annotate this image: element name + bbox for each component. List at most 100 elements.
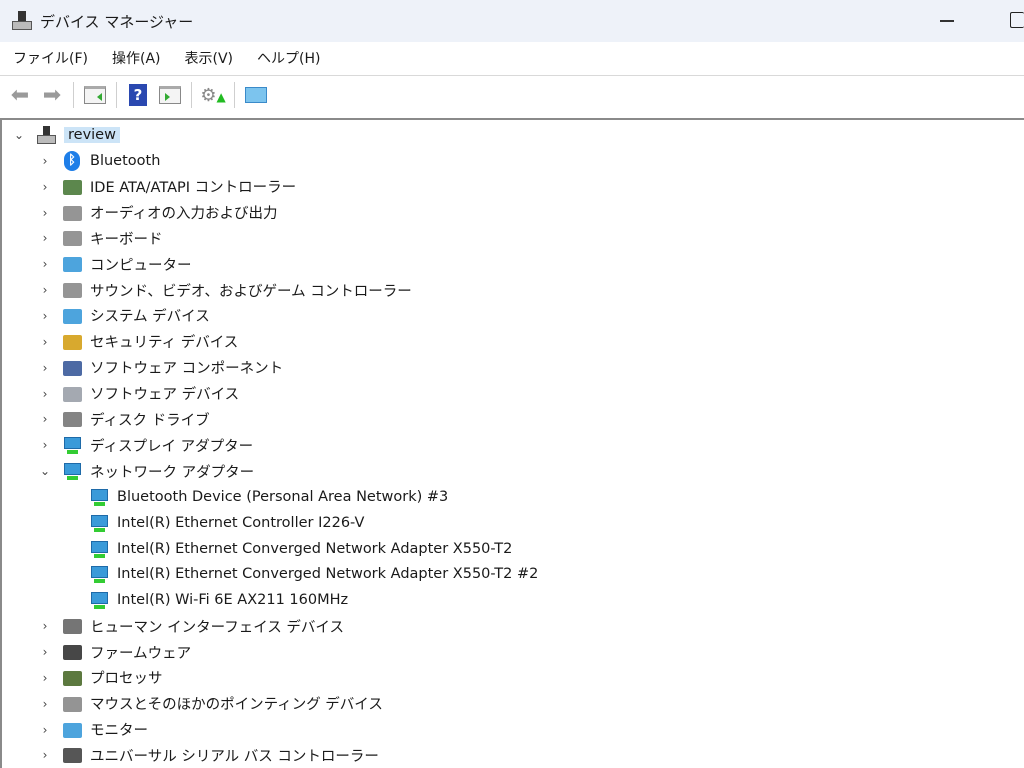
tree-item-label: ディスク ドライブ: [90, 412, 210, 429]
chevron-right-icon[interactable]: ›: [38, 154, 52, 168]
chevron-right-icon[interactable]: ›: [38, 257, 52, 271]
tree-category[interactable]: › ソフトウェア コンポーネント: [38, 356, 283, 380]
help-button[interactable]: ?: [124, 81, 152, 109]
minimize-button[interactable]: [940, 20, 954, 22]
network-adapter-icon: [89, 539, 109, 559]
tree-item-label: Bluetooth: [90, 152, 161, 169]
chevron-right-icon[interactable]: ›: [38, 412, 52, 426]
tree-category[interactable]: ⌄ ネットワーク アダプター: [38, 459, 254, 483]
chevron-right-icon[interactable]: ›: [38, 387, 52, 401]
tree-item-label: サウンド、ビデオ、およびゲーム コントローラー: [90, 283, 412, 300]
tree-category[interactable]: › セキュリティ デバイス: [38, 330, 238, 354]
tree-category[interactable]: › ソフトウェア デバイス: [38, 382, 239, 406]
arrow-right-icon: ➡: [42, 82, 62, 108]
update-driver-button[interactable]: ⚙▲: [199, 81, 227, 109]
chevron-right-icon[interactable]: ›: [38, 748, 52, 762]
chevron-right-icon[interactable]: ›: [38, 361, 52, 375]
tree-category[interactable]: › ディスプレイ アダプター: [38, 433, 253, 457]
tree-category[interactable]: › ディスク ドライブ: [38, 407, 210, 431]
scan-hardware-button[interactable]: [242, 81, 270, 109]
scan-monitor-icon: [245, 87, 267, 103]
network-adapter-icon: [89, 590, 109, 610]
chevron-right-icon[interactable]: ›: [38, 723, 52, 737]
chevron-right-icon[interactable]: ›: [38, 206, 52, 220]
tree-category[interactable]: › モニター: [38, 718, 148, 742]
tree-category[interactable]: › ᛒ Bluetooth: [38, 149, 160, 173]
chevron-right-icon[interactable]: ›: [38, 283, 52, 297]
menu-help[interactable]: ヘルプ(H): [244, 42, 331, 76]
tree-item-label: プロセッサ: [90, 671, 163, 688]
tree-category[interactable]: › ユニバーサル シリアル バス コントローラー: [38, 743, 379, 767]
ide-controller-icon: [62, 177, 82, 197]
tree-category[interactable]: › マウスとそのほかのポインティング デバイス: [38, 692, 383, 716]
tree-item-label: Intel(R) Ethernet Controller I226-V: [117, 514, 365, 531]
tree-root-review[interactable]: ⌄ review: [12, 123, 120, 147]
tree-device[interactable]: Intel(R) Ethernet Converged Network Adap…: [65, 562, 538, 586]
monitor-icon: [62, 720, 82, 740]
chevron-right-icon[interactable]: ›: [38, 335, 52, 349]
console-tree-icon: [84, 86, 106, 104]
system-device-icon: [62, 306, 82, 326]
network-adapter-icon: [89, 513, 109, 533]
tree-item-label: ヒューマン インターフェイス デバイス: [90, 619, 344, 636]
show-hide-console-tree-button[interactable]: [81, 81, 109, 109]
tree-category[interactable]: › サウンド、ビデオ、およびゲーム コントローラー: [38, 278, 412, 302]
security-key-icon: [62, 332, 82, 352]
tree-item-label: ソフトウェア デバイス: [90, 387, 240, 403]
tree-item-label: IDE ATA/ATAPI コントローラー: [90, 180, 297, 197]
tree-category[interactable]: › オーディオの入力および出力: [38, 201, 277, 225]
menu-file[interactable]: ファイル(F): [0, 42, 99, 76]
hid-icon: [62, 616, 82, 636]
chevron-right-icon[interactable]: ›: [38, 697, 52, 711]
tree-item-label: ネットワーク アダプター: [90, 464, 255, 481]
toolbar-separator: [73, 82, 74, 108]
processor-icon: [62, 668, 82, 688]
chevron-down-icon[interactable]: ⌄: [38, 464, 52, 478]
tree-category[interactable]: › システム デバイス: [38, 304, 210, 328]
tree-device[interactable]: Intel(R) Ethernet Controller I226-V: [65, 511, 364, 535]
computer-icon: [62, 254, 82, 274]
chevron-right-icon[interactable]: ›: [38, 180, 52, 194]
tree-category[interactable]: › ヒューマン インターフェイス デバイス: [38, 614, 344, 638]
menu-bar: ファイル(F) 操作(A) 表示(V) ヘルプ(H): [0, 42, 1024, 76]
show-hide-action-pane-button[interactable]: [156, 81, 184, 109]
tree-device[interactable]: Intel(R) Ethernet Converged Network Adap…: [65, 537, 512, 561]
back-button[interactable]: ⬅: [6, 81, 34, 109]
menu-view[interactable]: 表示(V): [172, 42, 245, 76]
tree-item-label: ソフトウェア コンポーネント: [90, 361, 284, 378]
tree-item-label: モニター: [90, 723, 148, 740]
tree-item-label: review: [64, 127, 120, 143]
chevron-right-icon[interactable]: ›: [38, 645, 52, 659]
tree-item-label: オーディオの入力および出力: [90, 206, 278, 223]
speaker-icon: [62, 203, 82, 223]
device-manager-icon: [12, 11, 32, 31]
tree-category[interactable]: › キーボード: [38, 226, 163, 250]
tree-category[interactable]: › IDE ATA/ATAPI コントローラー: [38, 175, 296, 199]
arrow-left-icon: ⬅: [10, 82, 30, 108]
tree-category[interactable]: › コンピューター: [38, 252, 192, 276]
tree-item-label: ユニバーサル シリアル バス コントローラー: [90, 748, 379, 765]
toolbar-separator: [116, 82, 117, 108]
chevron-down-icon[interactable]: ⌄: [12, 128, 26, 142]
usb-icon: [62, 745, 82, 765]
tree-device[interactable]: Intel(R) Wi-Fi 6E AX211 160MHz: [65, 588, 348, 612]
forward-button[interactable]: ➡: [38, 81, 66, 109]
tree-item-label: Bluetooth Device (Personal Area Network)…: [117, 488, 449, 505]
maximize-button[interactable]: [1010, 12, 1024, 28]
tree-category[interactable]: › プロセッサ: [38, 666, 163, 690]
tree-item-label: マウスとそのほかのポインティング デバイス: [90, 697, 383, 714]
menu-action[interactable]: 操作(A): [99, 42, 172, 76]
bluetooth-icon: ᛒ: [62, 150, 82, 171]
display-adapter-icon: [62, 435, 82, 455]
chevron-right-icon[interactable]: ›: [38, 438, 52, 452]
chevron-right-icon[interactable]: ›: [38, 671, 52, 685]
computer-root-icon: [36, 125, 56, 145]
chevron-right-icon[interactable]: ›: [38, 309, 52, 323]
tree-category[interactable]: › ファームウェア: [38, 640, 191, 664]
network-adapter-icon: [62, 461, 82, 481]
chevron-right-icon[interactable]: ›: [38, 619, 52, 633]
tree-item-label: コンピューター: [90, 257, 192, 274]
tree-item-label: キーボード: [90, 231, 163, 248]
tree-device[interactable]: Bluetooth Device (Personal Area Network)…: [65, 485, 448, 509]
chevron-right-icon[interactable]: ›: [38, 231, 52, 245]
